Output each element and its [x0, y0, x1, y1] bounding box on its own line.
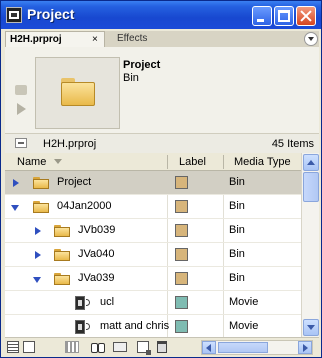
label-swatch[interactable] [175, 296, 188, 309]
horizontal-scrollbar[interactable] [201, 340, 313, 355]
expand-icon[interactable] [35, 251, 41, 259]
movie-clip-icon [75, 320, 91, 334]
trash-icon[interactable] [157, 341, 167, 353]
item-name: JVa039 [78, 272, 115, 284]
folder-icon [54, 273, 70, 285]
header-media-type[interactable]: Media Type [234, 156, 291, 168]
item-name: matt and chris [100, 320, 170, 332]
label-swatch[interactable] [175, 224, 188, 237]
info-bar: H2H.prproj 45 Items [5, 133, 319, 153]
collapse-icon[interactable] [11, 205, 19, 211]
scroll-right-button[interactable] [298, 341, 312, 354]
scroll-down-button[interactable] [303, 319, 319, 336]
folder-icon [33, 201, 49, 213]
list-item[interactable]: JVb039 Bin [5, 219, 301, 243]
preview-area: Project Bin [5, 47, 319, 133]
play-icon[interactable] [17, 103, 26, 115]
movie-clip-icon [75, 296, 91, 310]
item-name: JVb039 [78, 224, 116, 236]
list-item[interactable]: Project Bin [5, 171, 301, 195]
expand-icon[interactable] [13, 179, 19, 187]
item-media-type: Bin [229, 272, 245, 284]
folder-icon [54, 249, 70, 261]
preview-name: Project [123, 59, 161, 71]
label-swatch[interactable] [175, 248, 188, 261]
list-item[interactable]: matt and chris Movie [5, 315, 301, 337]
label-swatch[interactable] [175, 320, 188, 333]
tab-bar: H2H.prproj × Effects [5, 31, 319, 47]
new-item-icon[interactable] [137, 341, 151, 355]
item-media-type: Bin [229, 248, 245, 260]
expand-icon[interactable] [35, 227, 41, 235]
window-title: Project [27, 6, 75, 22]
scroll-thumb[interactable] [303, 172, 319, 202]
folder-icon [61, 78, 95, 106]
poster-frame-icon[interactable] [15, 85, 27, 95]
project-window: Project H2H.prproj × Effects Project Bin… [0, 0, 322, 358]
item-media-type: Bin [229, 200, 245, 212]
label-swatch[interactable] [175, 176, 188, 189]
app-icon [6, 7, 22, 23]
item-media-type: Movie [229, 296, 259, 308]
label-swatch[interactable] [175, 200, 188, 213]
item-name: 04Jan2000 [57, 200, 112, 212]
list-item[interactable]: JVa040 Bin [5, 243, 301, 267]
project-list: Project Bin 04Jan2000 Bin JVb039 Bin JVa… [5, 171, 301, 337]
title-bar[interactable]: Project [1, 1, 321, 29]
header-label[interactable]: Label [179, 156, 206, 168]
column-headers: Name Label Media Type [5, 153, 301, 171]
scroll-left-button[interactable] [202, 341, 216, 354]
item-name: ucl [100, 296, 115, 308]
item-count: 45 Items [271, 138, 314, 150]
minimize-button[interactable] [252, 6, 272, 26]
bottom-toolbar [5, 337, 319, 357]
tab-close-icon[interactable]: × [92, 32, 98, 48]
icon-view-icon[interactable] [23, 341, 35, 353]
preview-thumbnail [35, 57, 120, 129]
panel-menu-icon[interactable] [304, 32, 318, 46]
item-media-type: Bin [229, 224, 245, 236]
sort-arrow-icon [54, 159, 62, 164]
folder-icon [33, 177, 49, 189]
vertical-scrollbar[interactable] [301, 153, 319, 337]
close-button[interactable] [296, 6, 316, 26]
item-media-type: Bin [229, 176, 245, 188]
parent-bin-icon[interactable] [15, 138, 27, 148]
tab-effects[interactable]: Effects [117, 31, 147, 47]
folder-icon [54, 225, 70, 237]
tab-label: H2H.prproj [10, 34, 62, 45]
scroll-up-button[interactable] [303, 154, 319, 171]
collapse-icon[interactable] [33, 277, 41, 283]
list-item[interactable]: 04Jan2000 Bin [5, 195, 301, 219]
find-icon[interactable] [91, 341, 105, 353]
horizontal-scroll-thumb[interactable] [218, 342, 268, 353]
item-media-type: Movie [229, 320, 259, 332]
maximize-button[interactable] [274, 6, 294, 26]
project-filename: H2H.prproj [43, 138, 97, 150]
list-item[interactable]: JVa039 Bin [5, 267, 301, 291]
automate-to-sequence-icon[interactable] [65, 341, 79, 353]
list-item[interactable]: ucl Movie [5, 291, 301, 315]
header-name[interactable]: Name [17, 156, 46, 168]
label-swatch[interactable] [175, 272, 188, 285]
list-view-icon[interactable] [7, 341, 19, 353]
item-name: JVa040 [78, 248, 115, 260]
item-name: Project [57, 176, 92, 188]
tab-project[interactable]: H2H.prproj × [5, 31, 105, 47]
new-bin-icon[interactable] [113, 342, 127, 352]
preview-type: Bin [123, 72, 139, 84]
